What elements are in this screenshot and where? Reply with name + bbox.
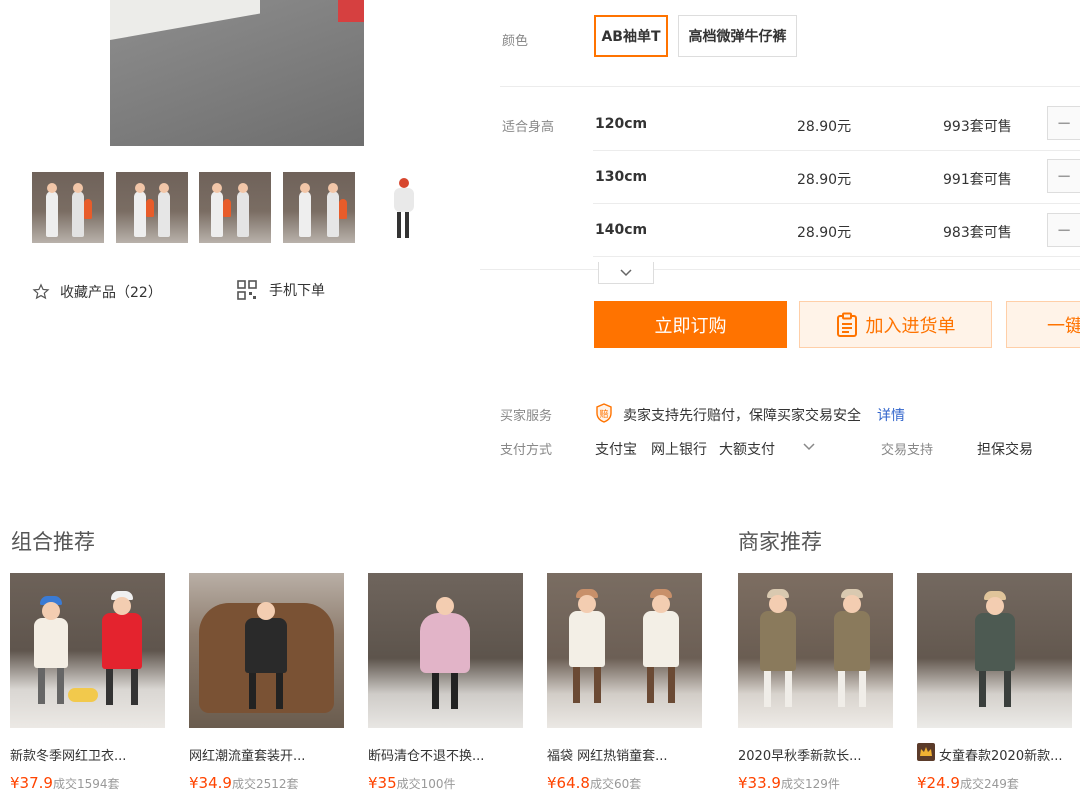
divider: [480, 269, 1080, 270]
product-sold: 成交1594套: [52, 777, 120, 791]
product-image[interactable]: [917, 573, 1072, 728]
main-product-image: [110, 0, 364, 146]
trade-support-label: 交易支持: [881, 443, 934, 458]
product-price-row: ¥35成交100件: [368, 773, 456, 792]
shield-icon: 赔: [596, 403, 612, 423]
crown-badge-icon: [917, 743, 935, 761]
product-sold: 成交100件: [396, 777, 456, 791]
divider: [593, 203, 1080, 204]
product-image[interactable]: [738, 573, 893, 728]
thumbnail-5[interactable]: [384, 172, 424, 243]
svg-text:赔: 赔: [599, 408, 608, 419]
payment-large: 大额支付: [719, 442, 775, 458]
size-120: 120cm: [595, 116, 648, 132]
mobile-order[interactable]: 手机下单: [237, 280, 325, 300]
favorite-label: 收藏产品（22）: [60, 285, 162, 301]
height-label: 适合身高: [502, 120, 555, 135]
thumbnail-1[interactable]: [32, 172, 104, 243]
stock-130: 991套可售: [943, 172, 1012, 188]
product-price-row: ¥34.9成交2512套: [189, 773, 299, 792]
add-to-cart-label: 加入进货单: [865, 315, 956, 337]
product-price: ¥37.9: [10, 774, 53, 792]
product-image[interactable]: [189, 573, 344, 728]
color-option-ab-tee[interactable]: AB袖单T: [594, 15, 668, 57]
product-price: ¥35: [368, 774, 397, 792]
product-price: ¥34.9: [189, 774, 232, 792]
size-130: 130cm: [595, 169, 648, 185]
combo-section-title: 组合推荐: [11, 530, 95, 554]
product-price-row: ¥37.9成交1594套: [10, 773, 120, 792]
product-sold: 成交249套: [959, 777, 1019, 791]
product-price: ¥64.8: [547, 774, 590, 792]
quantity-minus-button[interactable]: −: [1047, 213, 1080, 247]
detail-link[interactable]: 详情: [877, 405, 905, 425]
product-price: ¥24.9: [917, 774, 960, 792]
product-sold: 成交60套: [589, 777, 642, 791]
clipboard-icon: [836, 312, 857, 337]
buyer-service-text: 卖家支持先行赔付，保障买家交易安全: [623, 408, 861, 424]
product-name[interactable]: 福袋 网红热销童套...: [547, 745, 668, 764]
trade-support-value: 担保交易: [977, 442, 1033, 458]
divider: [593, 256, 1080, 257]
product-price: ¥33.9: [738, 774, 781, 792]
expand-sizes-button[interactable]: [598, 262, 654, 284]
payment-online-bank: 网上银行: [651, 442, 707, 458]
thumbnail-2[interactable]: [116, 172, 188, 243]
quantity-minus-button[interactable]: −: [1047, 159, 1080, 193]
star-icon: [32, 283, 50, 300]
price-140: 28.90元: [797, 225, 852, 241]
buy-now-button[interactable]: 立即订购: [594, 301, 787, 348]
thumbnail-4[interactable]: [283, 172, 355, 243]
stock-120: 993套可售: [943, 119, 1012, 135]
size-140: 140cm: [595, 222, 648, 238]
product-name[interactable]: 断码清仓不退不换...: [368, 745, 484, 764]
product-price-row: ¥24.9成交249套: [917, 773, 1019, 792]
one-click-button[interactable]: 一键: [1006, 301, 1080, 348]
price-130: 28.90元: [797, 172, 852, 188]
product-image[interactable]: [10, 573, 165, 728]
merchant-section-title: 商家推荐: [738, 530, 822, 554]
chevron-down-icon: [620, 268, 632, 276]
stock-140: 983套可售: [943, 225, 1012, 241]
chevron-down-icon[interactable]: [803, 443, 815, 451]
mobile-order-label: 手机下单: [269, 283, 325, 299]
payment-label: 支付方式: [500, 443, 553, 458]
product-name[interactable]: 网红潮流童套装开...: [189, 745, 305, 764]
product-image[interactable]: [547, 573, 702, 728]
payment-alipay: 支付宝: [595, 442, 637, 458]
thumbnail-3[interactable]: [199, 172, 271, 243]
product-name[interactable]: 新款冬季网红卫衣...: [10, 745, 126, 764]
favorite-product[interactable]: 收藏产品（22）: [32, 282, 162, 302]
product-name[interactable]: 2020早秋季新款长...: [738, 745, 861, 764]
qr-code-icon: [237, 280, 257, 300]
product-name[interactable]: 女童春款2020新款...: [939, 745, 1062, 764]
color-option-jeans[interactable]: 高档微弹牛仔裤: [678, 15, 797, 57]
add-to-cart-button[interactable]: 加入进货单: [799, 301, 992, 348]
divider: [500, 86, 1080, 87]
price-120: 28.90元: [797, 119, 852, 135]
divider: [593, 150, 1080, 151]
product-image[interactable]: [368, 573, 523, 728]
product-sold: 成交129件: [780, 777, 840, 791]
product-price-row: ¥33.9成交129件: [738, 773, 840, 792]
product-sold: 成交2512套: [231, 777, 299, 791]
product-price-row: ¥64.8成交60套: [547, 773, 641, 792]
color-label: 颜色: [502, 34, 529, 49]
quantity-minus-button[interactable]: −: [1047, 106, 1080, 140]
buyer-service-label: 买家服务: [500, 409, 553, 424]
